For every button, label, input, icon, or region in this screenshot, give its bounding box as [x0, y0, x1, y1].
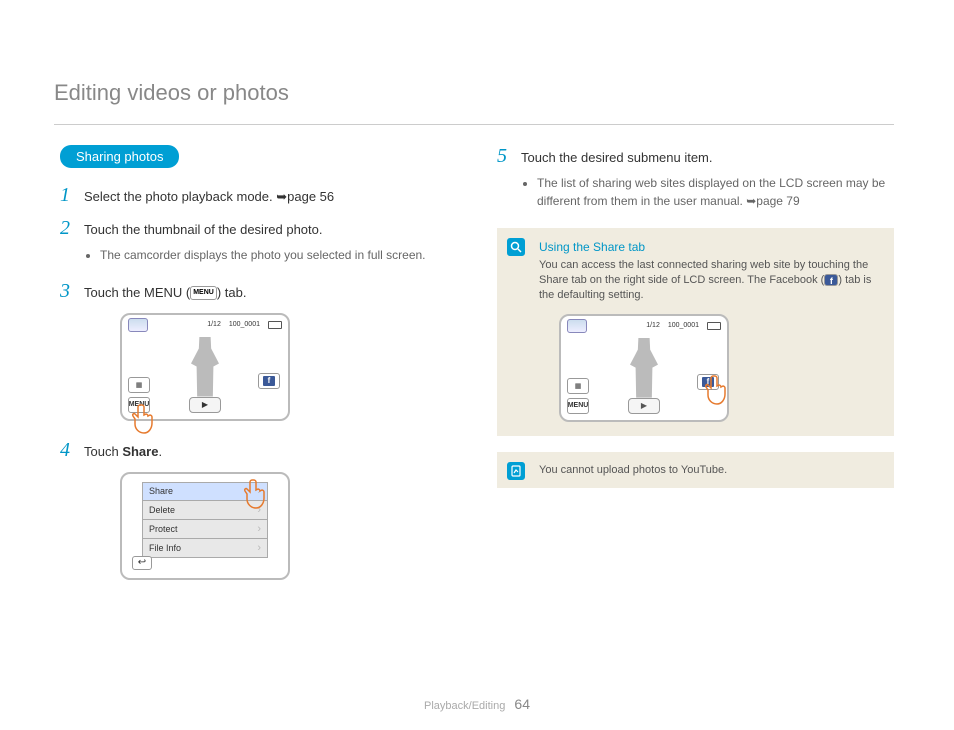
step-number: 2 [60, 217, 74, 240]
chevron-right-icon: › [257, 504, 261, 516]
note-box: You cannot upload photos to YouTube. [497, 452, 894, 488]
step-bullet: The list of sharing web sites displayed … [537, 174, 894, 210]
menu-item-label: Delete [149, 505, 175, 515]
right-column: 5 Touch the desired submenu item. The li… [497, 145, 894, 598]
step-2: 2 Touch the thumbnail of the desired pho… [60, 217, 457, 270]
step-number: 4 [60, 439, 74, 462]
chevron-right-icon: › [257, 485, 261, 497]
step-3: 3 Touch the MENU (MENU) tab. [60, 280, 457, 303]
grid-button[interactable]: ▦ [128, 377, 150, 393]
chevron-right-icon: › [257, 523, 261, 535]
file-label: 100_0001 [668, 322, 699, 329]
magnifier-icon [507, 238, 525, 256]
thumbnail-icon [567, 319, 587, 333]
step-bullet: The camcorder displays the photo you sel… [100, 246, 426, 264]
menu-item-share[interactable]: Share › [142, 482, 268, 501]
menu-item-protect[interactable]: Protect › [142, 520, 268, 539]
menu-item-delete[interactable]: Delete › [142, 501, 268, 520]
menu-chip-icon: MENU [190, 286, 217, 301]
step-ref: page 56 [287, 189, 334, 204]
info-title: Using the Share tab [539, 240, 880, 254]
battery-icon [268, 321, 282, 329]
page-title: Editing videos or photos [54, 80, 894, 106]
title-rule [54, 124, 894, 125]
step-number: 1 [60, 184, 74, 207]
arrow-icon: ➥ [746, 192, 756, 210]
back-button[interactable]: ↩ [132, 556, 152, 570]
step-strong: Share [122, 444, 158, 459]
camera-screen: 1/12 100_0001 ▦ MENU ▶ f [120, 313, 290, 421]
menu-item-label: Protect [149, 524, 178, 534]
step-text-pre: Touch [84, 444, 122, 459]
info-text-pre: You can access the last connected sharin… [539, 259, 868, 286]
left-column: Sharing photos 1 Select the photo playba… [60, 145, 457, 598]
step-text: Select the photo playback mode. [84, 189, 276, 204]
counter-label: 1/12 [207, 321, 221, 328]
chevron-right-icon: › [257, 542, 261, 554]
info-text: You can access the last connected sharin… [539, 258, 880, 304]
facebook-tab-button[interactable]: f [258, 373, 280, 389]
step-number: 3 [60, 280, 74, 303]
menu-screen: Share › Delete › Protect › File Info › ↩ [120, 472, 290, 580]
step-1: 1 Select the photo playback mode. ➥page … [60, 184, 457, 207]
step-4: 4 Touch Share. [60, 439, 457, 462]
counter-label: 1/12 [646, 322, 660, 329]
photo-silhouette [630, 338, 658, 398]
menu-button[interactable]: MENU [567, 398, 589, 414]
note-text: You cannot upload photos to YouTube. [539, 464, 880, 476]
step-5: 5 Touch the desired submenu item. The li… [497, 145, 894, 216]
step-text-pre: Touch the MENU ( [84, 285, 190, 300]
info-box-share-tab: Using the Share tab You can access the l… [497, 228, 894, 436]
page-footer: Playback/Editing 64 [0, 696, 954, 712]
figure-camera-menu: 1/12 100_0001 ▦ MENU ▶ f [120, 313, 457, 421]
grid-button[interactable]: ▦ [567, 378, 589, 394]
footer-page-number: 64 [514, 696, 530, 712]
note-icon [507, 462, 525, 480]
play-button[interactable]: ▶ [628, 398, 660, 414]
photo-silhouette [191, 337, 219, 397]
facebook-tab-button[interactable]: f [697, 374, 719, 390]
facebook-icon: f [824, 274, 838, 286]
section-pill: Sharing photos [60, 145, 179, 168]
play-button[interactable]: ▶ [189, 397, 221, 413]
menu-item-label: Share [149, 486, 173, 496]
figure-menu-list: Share › Delete › Protect › File Info › ↩ [120, 472, 457, 580]
menu-item-label: File Info [149, 543, 181, 553]
camera-screen: 1/12 100_0001 ▦ MENU ▶ f [559, 314, 729, 422]
menu-item-fileinfo[interactable]: File Info › [142, 539, 268, 558]
step-text: Touch the desired submenu item. [521, 150, 713, 165]
bullet-ref: page 79 [756, 194, 799, 208]
step-text-post: ) tab. [217, 285, 247, 300]
step-number: 5 [497, 145, 511, 168]
step-text: Touch the thumbnail of the desired photo… [84, 222, 323, 237]
bullet-text: The list of sharing web sites displayed … [537, 176, 885, 208]
file-label: 100_0001 [229, 321, 260, 328]
battery-icon [707, 322, 721, 330]
footer-section: Playback/Editing [424, 700, 505, 712]
menu-button[interactable]: MENU [128, 397, 150, 413]
step-text-post: . [158, 444, 162, 459]
arrow-icon: ➥ [276, 187, 287, 207]
thumbnail-icon [128, 318, 148, 332]
